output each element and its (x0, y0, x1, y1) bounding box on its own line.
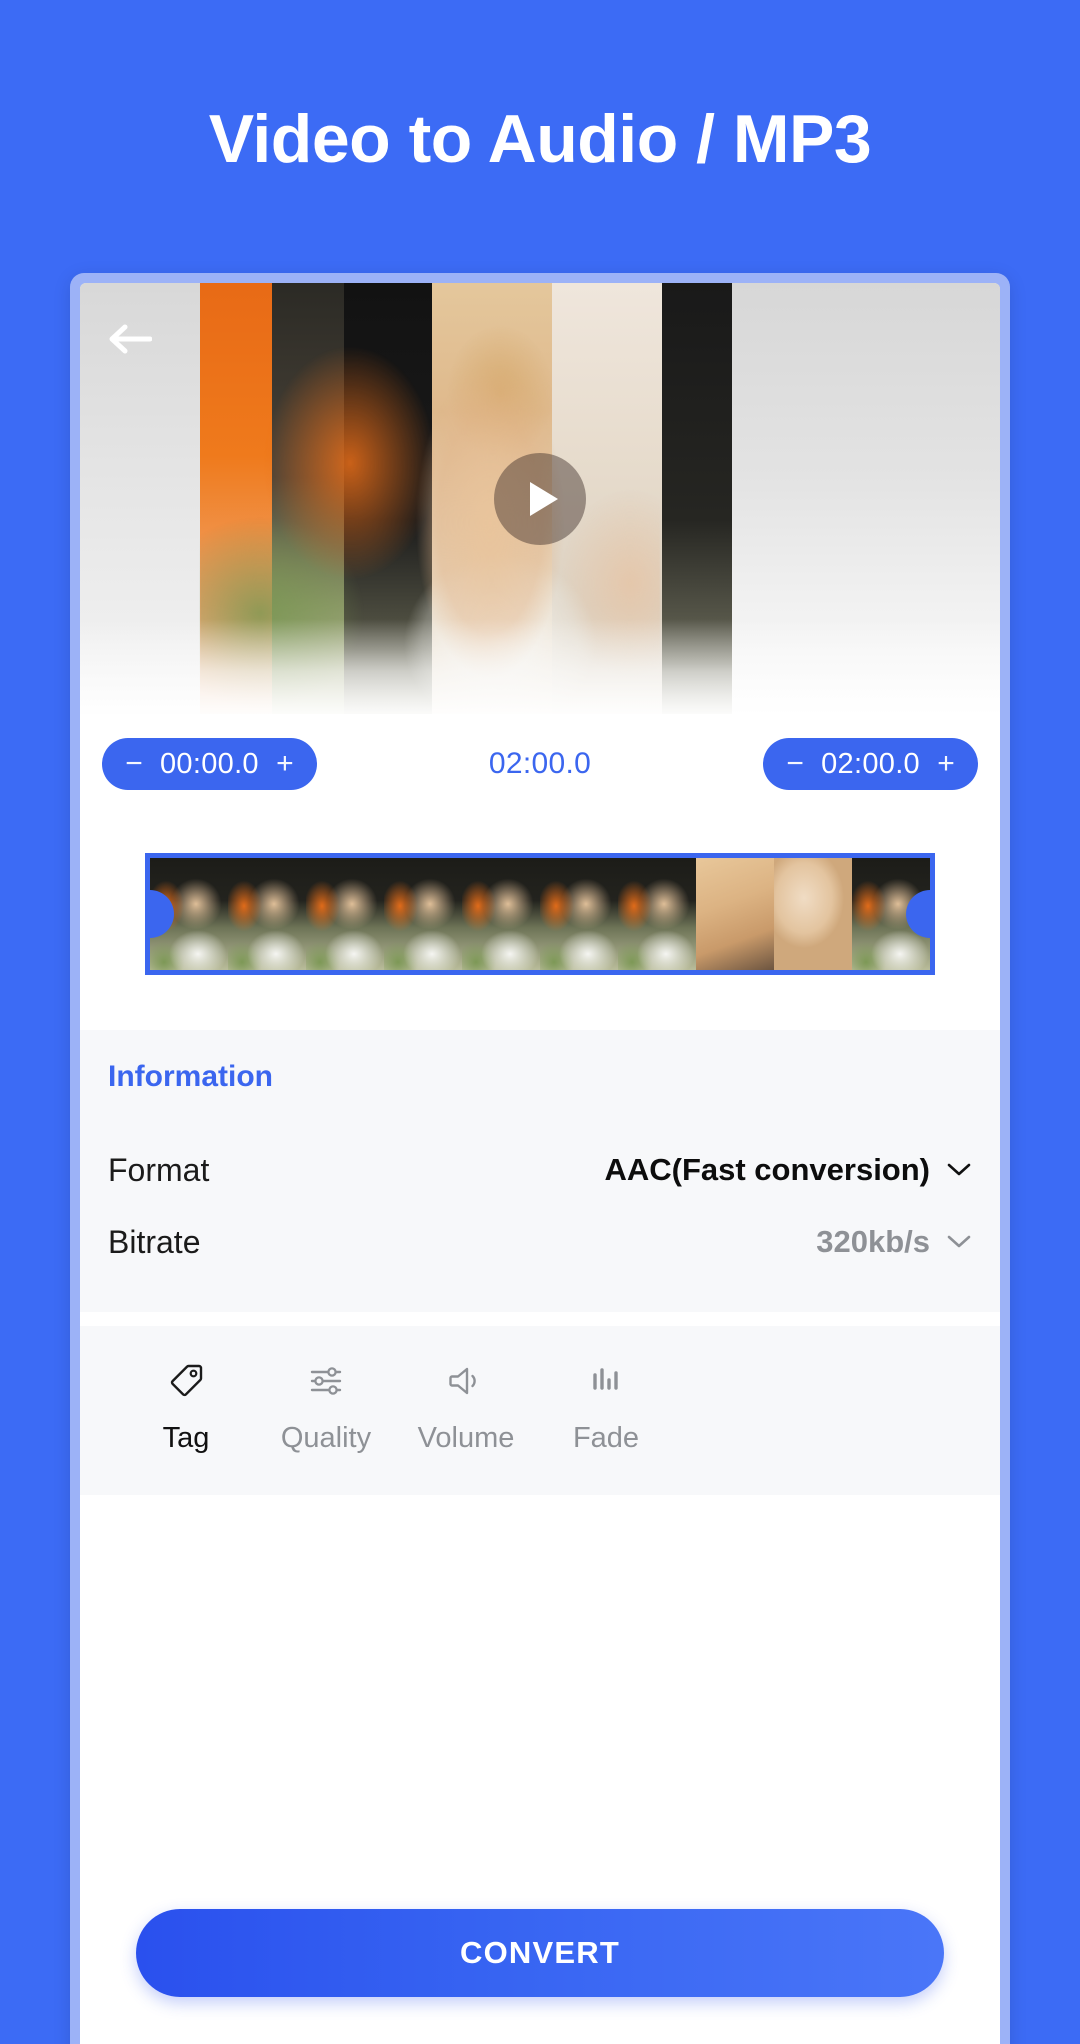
equalizer-icon (586, 1360, 626, 1402)
play-icon[interactable] (494, 452, 586, 545)
tool-fade[interactable]: Fade (536, 1360, 676, 1455)
tool-volume-label: Volume (417, 1422, 515, 1454)
chevron-down-icon (946, 1162, 972, 1178)
back-arrow-icon[interactable] (102, 311, 158, 367)
timeline-strip-area (80, 814, 1000, 1014)
trim-duration-label: 02:00.0 (488, 747, 592, 780)
convert-area: CONVERT (80, 1909, 1000, 2044)
trim-end-plus-button[interactable]: + (936, 749, 956, 779)
filmstrip-frame (696, 858, 774, 970)
trim-start-value: 00:00.0 (160, 747, 259, 780)
sliders-icon (306, 1360, 346, 1402)
content-spacer (80, 1495, 1000, 1909)
tool-tag-label: Tag (162, 1422, 210, 1454)
format-label: Format (108, 1151, 210, 1188)
phone-frame: − 00:00.0 + 02:00.0 − 02:00.0 + Informat… (70, 273, 1010, 2044)
filmstrip-frame (228, 858, 306, 970)
format-value: AAC(Fast conversion) (604, 1152, 930, 1187)
trim-start-stepper[interactable]: − 00:00.0 + (102, 738, 317, 790)
trim-end-minus-button[interactable]: − (785, 749, 805, 779)
tool-fade-label: Fade (572, 1422, 640, 1454)
tool-quality[interactable]: Quality (256, 1360, 396, 1455)
video-bottom-fade (80, 619, 1000, 714)
speaker-icon (446, 1360, 486, 1402)
tool-quality-label: Quality (280, 1422, 372, 1454)
tag-icon (166, 1360, 206, 1402)
bitrate-label: Bitrate (108, 1223, 201, 1260)
trim-time-row: − 00:00.0 + 02:00.0 − 02:00.0 + (80, 714, 1000, 814)
filmstrip-frame (618, 858, 696, 970)
trim-start-plus-button[interactable]: + (275, 749, 295, 779)
bitrate-row: Bitrate 320kb/s (108, 1206, 972, 1278)
bitrate-value: 320kb/s (816, 1224, 930, 1259)
filmstrip-frame (462, 858, 540, 970)
convert-button[interactable]: CONVERT (136, 1909, 944, 1997)
trim-end-value: 02:00.0 (821, 747, 920, 780)
bitrate-select[interactable]: 320kb/s (816, 1224, 972, 1260)
filmstrip-frame (774, 858, 852, 970)
tool-volume[interactable]: Volume (396, 1360, 536, 1455)
trim-start-minus-button[interactable]: − (124, 749, 144, 779)
timeline-filmstrip[interactable] (145, 853, 935, 975)
format-select[interactable]: AAC(Fast conversion) (604, 1152, 972, 1188)
page-title: Video to Audio / MP3 (208, 101, 872, 177)
information-title: Information (108, 1060, 273, 1093)
video-preview[interactable] (80, 283, 1000, 714)
filmstrip-frame (540, 858, 618, 970)
information-panel: Information Format AAC(Fast conversion) … (80, 1030, 1000, 1312)
trim-end-stepper[interactable]: − 02:00.0 + (763, 738, 978, 790)
tool-tag[interactable]: Tag (116, 1360, 256, 1455)
format-row: Format AAC(Fast conversion) (108, 1134, 972, 1206)
phone-screen: − 00:00.0 + 02:00.0 − 02:00.0 + Informat… (80, 283, 1000, 2044)
tools-row: Tag Quality Volume Fade (80, 1326, 1000, 1495)
play-triangle (530, 481, 558, 516)
filmstrip-frame (306, 858, 384, 970)
filmstrip-frame (384, 858, 462, 970)
divider (80, 1014, 1000, 1030)
chevron-down-icon (946, 1234, 972, 1250)
divider (80, 1312, 1000, 1326)
